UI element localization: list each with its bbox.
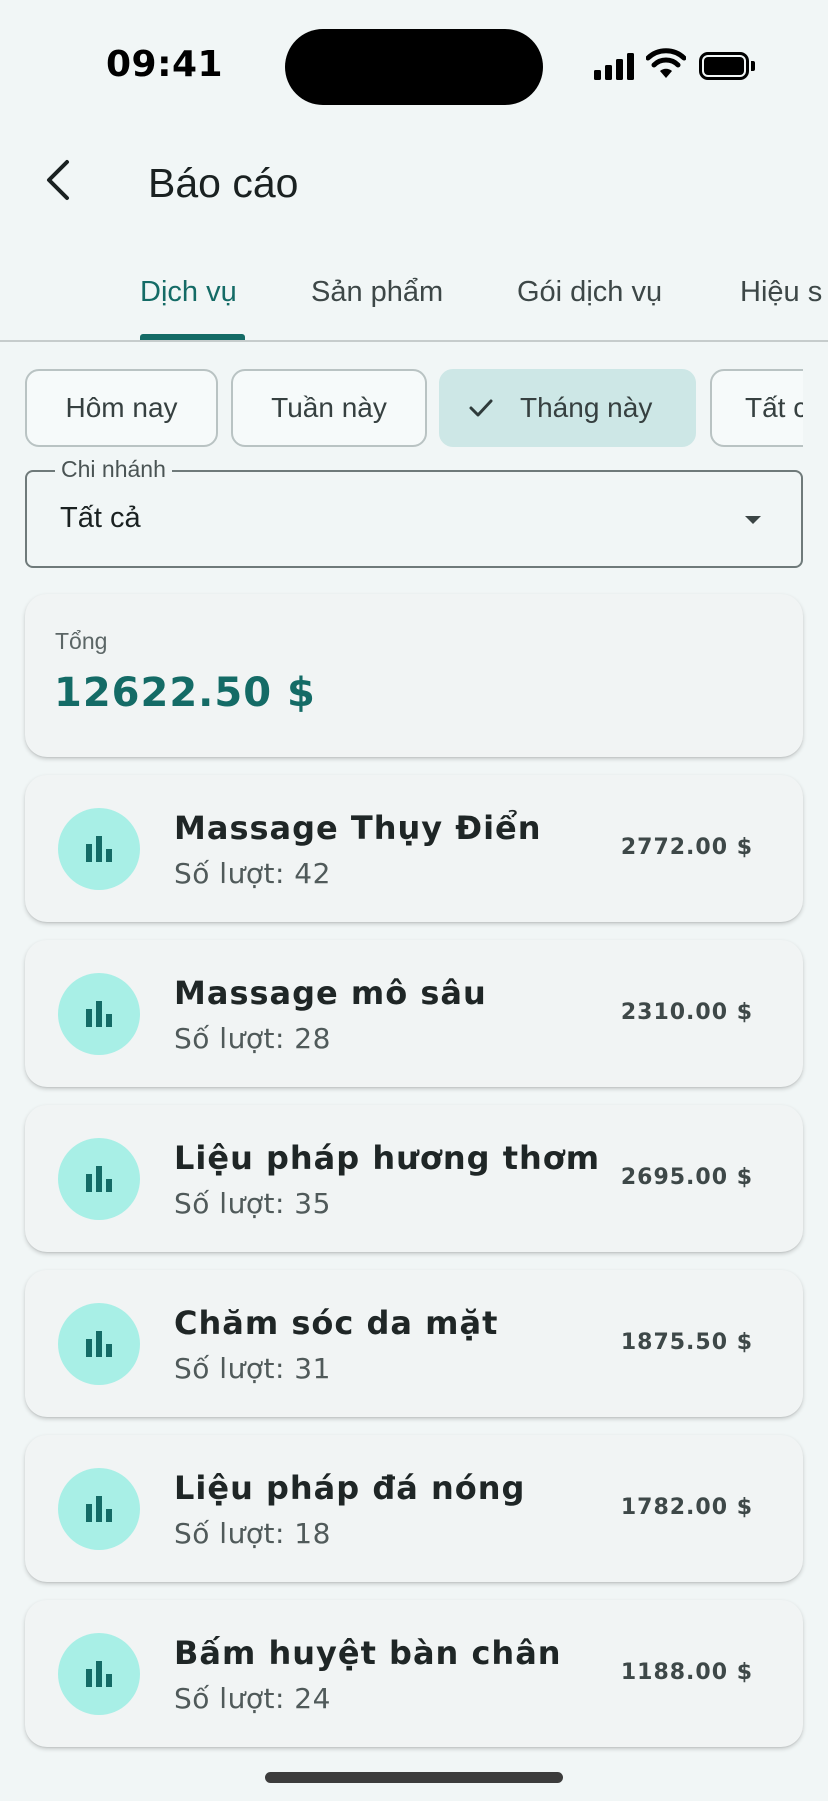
chip-this-month[interactable]: Tháng này [439, 369, 696, 447]
tab-performance[interactable]: Hiệu s [740, 245, 822, 340]
chip-this-week[interactable]: Tuần này [231, 369, 427, 447]
bar-chart-icon [58, 1468, 140, 1550]
service-count: Số lượt: 35 [174, 1187, 331, 1220]
chip-this-month-label: Tháng này [520, 392, 653, 423]
bar-chart-icon [58, 1633, 140, 1715]
branch-dropdown[interactable]: Chi nhánh Tất cả [25, 456, 803, 568]
service-name: Liệu pháp đá nóng [174, 1469, 526, 1507]
tab-bar: Dịch vụ Sản phẩm Gói dịch vụ Hiệu s [0, 245, 828, 342]
service-amount: 2695.00 $ [620, 1165, 753, 1190]
chip-all-time[interactable]: Tất c [710, 369, 803, 447]
service-amount: 1875.50 $ [620, 1330, 753, 1355]
tab-packages[interactable]: Gói dịch vụ [517, 245, 662, 340]
total-value: 12622.50 $ [54, 670, 316, 716]
home-indicator[interactable] [265, 1772, 563, 1783]
period-filter-chips: Hôm nay Tuần này Tháng này Tất c [25, 368, 803, 448]
service-card[interactable]: Bấm huyệt bàn chân Số lượt: 24 1188.00 $ [25, 1600, 803, 1747]
service-count: Số lượt: 42 [174, 857, 331, 890]
bar-chart-icon [58, 808, 140, 890]
chip-today[interactable]: Hôm nay [25, 369, 218, 447]
service-count: Số lượt: 28 [174, 1022, 331, 1055]
service-card[interactable]: Liệu pháp hương thơm Số lượt: 35 2695.00… [25, 1105, 803, 1252]
total-card: Tổng 12622.50 $ [25, 594, 803, 757]
dropdown-arrow-icon [745, 516, 761, 524]
service-name: Massage mô sâu [174, 974, 487, 1012]
service-card[interactable]: Massage Thụy Điển Số lượt: 42 2772.00 $ [25, 775, 803, 922]
status-bar: 09:41 [0, 0, 828, 130]
service-amount: 1188.00 $ [620, 1660, 753, 1685]
service-name: Liệu pháp hương thơm [174, 1139, 601, 1177]
service-amount: 1782.00 $ [620, 1495, 753, 1520]
branch-dropdown-label: Chi nhánh [55, 456, 172, 483]
service-card[interactable]: Massage mô sâu Số lượt: 28 2310.00 $ [25, 940, 803, 1087]
status-time: 09:41 [106, 44, 224, 85]
service-count: Số lượt: 18 [174, 1517, 331, 1550]
page-title: Báo cáo [148, 160, 299, 206]
total-label: Tổng [55, 628, 108, 654]
tab-products[interactable]: Sản phẩm [311, 245, 443, 340]
bar-chart-icon [58, 1138, 140, 1220]
check-icon [469, 399, 493, 417]
wifi-icon [646, 48, 686, 78]
service-name: Chăm sóc da mặt [174, 1304, 499, 1342]
app-bar: Báo cáo [0, 130, 828, 245]
tab-services[interactable]: Dịch vụ [140, 245, 237, 340]
service-count: Số lượt: 31 [174, 1352, 331, 1385]
service-amount: 2310.00 $ [620, 1000, 753, 1025]
tab-indicator [140, 334, 245, 340]
dynamic-island [285, 29, 543, 105]
service-name: Bấm huyệt bàn chân [174, 1634, 562, 1672]
cellular-signal-icon [594, 53, 634, 80]
battery-icon [699, 52, 755, 80]
service-card[interactable]: Liệu pháp đá nóng Số lượt: 18 1782.00 $ [25, 1435, 803, 1582]
bar-chart-icon [58, 1303, 140, 1385]
service-amount: 2772.00 $ [620, 835, 753, 860]
service-card[interactable]: Chăm sóc da mặt Số lượt: 31 1875.50 $ [25, 1270, 803, 1417]
branch-dropdown-value: Tất cả [60, 502, 141, 534]
service-count: Số lượt: 24 [174, 1682, 331, 1715]
back-button[interactable] [30, 152, 86, 208]
chevron-left-icon [47, 160, 69, 200]
bar-chart-icon [58, 973, 140, 1055]
service-name: Massage Thụy Điển [174, 809, 542, 847]
